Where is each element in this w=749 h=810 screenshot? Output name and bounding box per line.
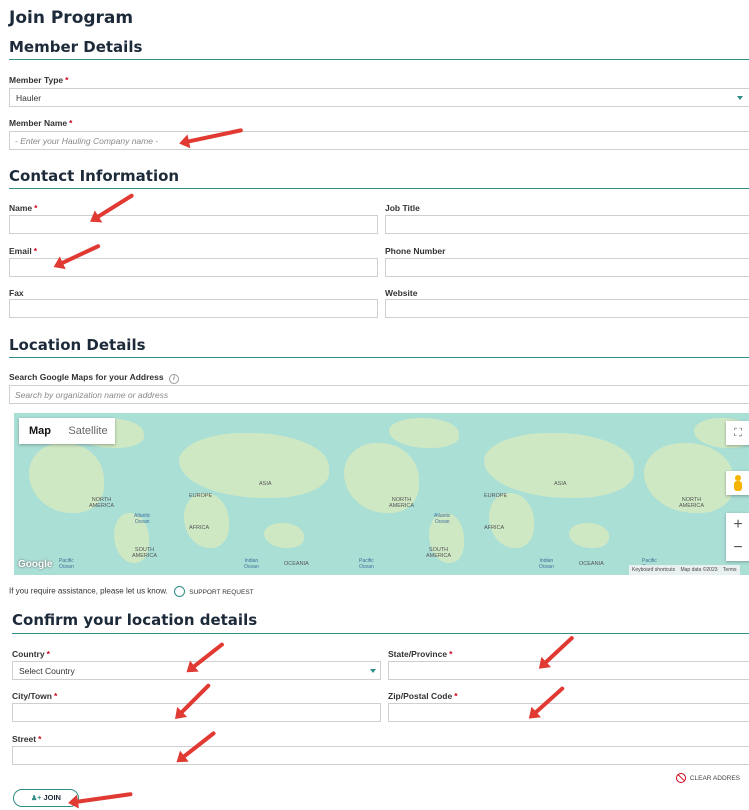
- clear-address-button[interactable]: CLEAR ADDRES: [676, 773, 740, 783]
- state-input[interactable]: [388, 661, 749, 680]
- map-label: OCEANIA: [284, 561, 309, 567]
- country-label: Country *: [12, 649, 50, 659]
- map-label: SOUTH AMERICA: [426, 547, 452, 559]
- keyboard-shortcuts-link[interactable]: Keyboard shortcuts: [632, 567, 675, 573]
- member-name-label: Member Name *: [9, 118, 73, 128]
- map-label: AFRICA: [189, 525, 210, 531]
- map-label: NORTH AMERICA: [679, 497, 705, 509]
- map-label: ASIA: [554, 481, 567, 487]
- fax-input[interactable]: [9, 299, 378, 318]
- page-title: Join Program: [9, 8, 134, 28]
- zoom-out-icon[interactable]: −: [726, 537, 749, 561]
- email-label: Email *: [9, 246, 37, 256]
- job-title-input[interactable]: [385, 215, 749, 234]
- map-search-placeholder: Search by organization name or address: [15, 390, 169, 400]
- annotation-arrow: [74, 791, 133, 804]
- zoom-control: + −: [726, 513, 749, 561]
- zip-input[interactable]: [388, 703, 749, 722]
- map-data-text: Map data ©2023: [680, 567, 718, 573]
- satellite-tab[interactable]: Satellite: [61, 418, 115, 444]
- member-type-select[interactable]: Hauler: [9, 88, 749, 107]
- map-label: NORTH AMERICA: [89, 497, 115, 509]
- info-icon[interactable]: i: [169, 374, 179, 384]
- state-label: State/Province *: [388, 649, 453, 659]
- fullscreen-icon[interactable]: ⛶: [726, 421, 749, 445]
- member-name-input[interactable]: - Enter your Hauling Company name -: [9, 131, 749, 150]
- member-details-heading: Member Details: [9, 38, 143, 56]
- google-logo: Google: [18, 559, 53, 570]
- map-label: EUROPE: [189, 493, 213, 499]
- pegman-icon[interactable]: [726, 471, 749, 495]
- assist-text: If you require assistance, please let us…: [9, 586, 168, 596]
- add-user-icon: ♟+: [31, 795, 42, 802]
- zoom-in-icon[interactable]: +: [726, 513, 749, 537]
- map-label: Atlantic Ocean: [434, 513, 451, 525]
- map-label: Pacific Ocean: [59, 558, 74, 570]
- contact-name-input[interactable]: [9, 215, 378, 234]
- support-icon: [174, 586, 185, 597]
- contact-name-label: Name *: [9, 203, 38, 213]
- map-label: EUROPE: [484, 493, 508, 499]
- member-type-label: Member Type *: [9, 75, 69, 85]
- fax-label: Fax: [9, 288, 24, 298]
- map-label: OCEANIA: [579, 561, 604, 567]
- terms-link[interactable]: Terms: [723, 567, 737, 573]
- member-name-placeholder: - Enter your Hauling Company name -: [15, 136, 159, 146]
- chevron-down-icon: [370, 669, 376, 673]
- assist-row: If you require assistance, please let us…: [9, 586, 254, 597]
- map-type-control: Map Satellite: [19, 418, 115, 444]
- map-label: Atlantic Ocean: [134, 513, 151, 525]
- section-divider: [9, 188, 749, 189]
- location-details-heading: Location Details: [9, 336, 146, 354]
- map-tab[interactable]: Map: [19, 418, 61, 444]
- zip-label: Zip/Postal Code *: [388, 691, 458, 701]
- phone-input[interactable]: [385, 258, 749, 277]
- map-label: Pacific Ocean: [359, 558, 374, 570]
- street-label: Street *: [12, 734, 42, 744]
- job-title-label: Job Title: [385, 203, 420, 213]
- city-input[interactable]: [12, 703, 381, 722]
- map-footer: Keyboard shortcuts Map data ©2023 Terms: [629, 565, 740, 575]
- section-divider: [12, 633, 749, 634]
- website-input[interactable]: [385, 299, 749, 318]
- section-divider: [9, 59, 749, 60]
- city-label: City/Town *: [12, 691, 58, 701]
- map-search-label: Search Google Maps for your Address i: [9, 372, 179, 384]
- map-label: Indian Ocean: [244, 558, 259, 570]
- website-label: Website: [385, 288, 418, 298]
- clear-icon: [676, 773, 686, 783]
- section-divider: [9, 357, 749, 358]
- confirm-location-heading: Confirm your location details: [12, 611, 258, 629]
- map-label: AFRICA: [484, 525, 505, 531]
- map-search-input[interactable]: Search by organization name or address: [9, 385, 749, 404]
- map-label: NORTH AMERICA: [389, 497, 415, 509]
- contact-info-heading: Contact Information: [9, 167, 180, 185]
- map-label: SOUTH AMERICA: [132, 547, 158, 559]
- phone-label: Phone Number: [385, 246, 446, 256]
- map-label: Indian Ocean: [539, 558, 554, 570]
- street-input[interactable]: [12, 746, 749, 765]
- member-type-value: Hauler: [16, 93, 42, 103]
- support-request-link[interactable]: SUPPORT REQUEST: [189, 589, 253, 596]
- google-map[interactable]: NORTH AMERICA EUROPE ASIA AFRICA SOUTH A…: [14, 413, 749, 575]
- map-label: ASIA: [259, 481, 272, 487]
- country-value: Select Country: [19, 666, 75, 676]
- chevron-down-icon: [737, 96, 743, 100]
